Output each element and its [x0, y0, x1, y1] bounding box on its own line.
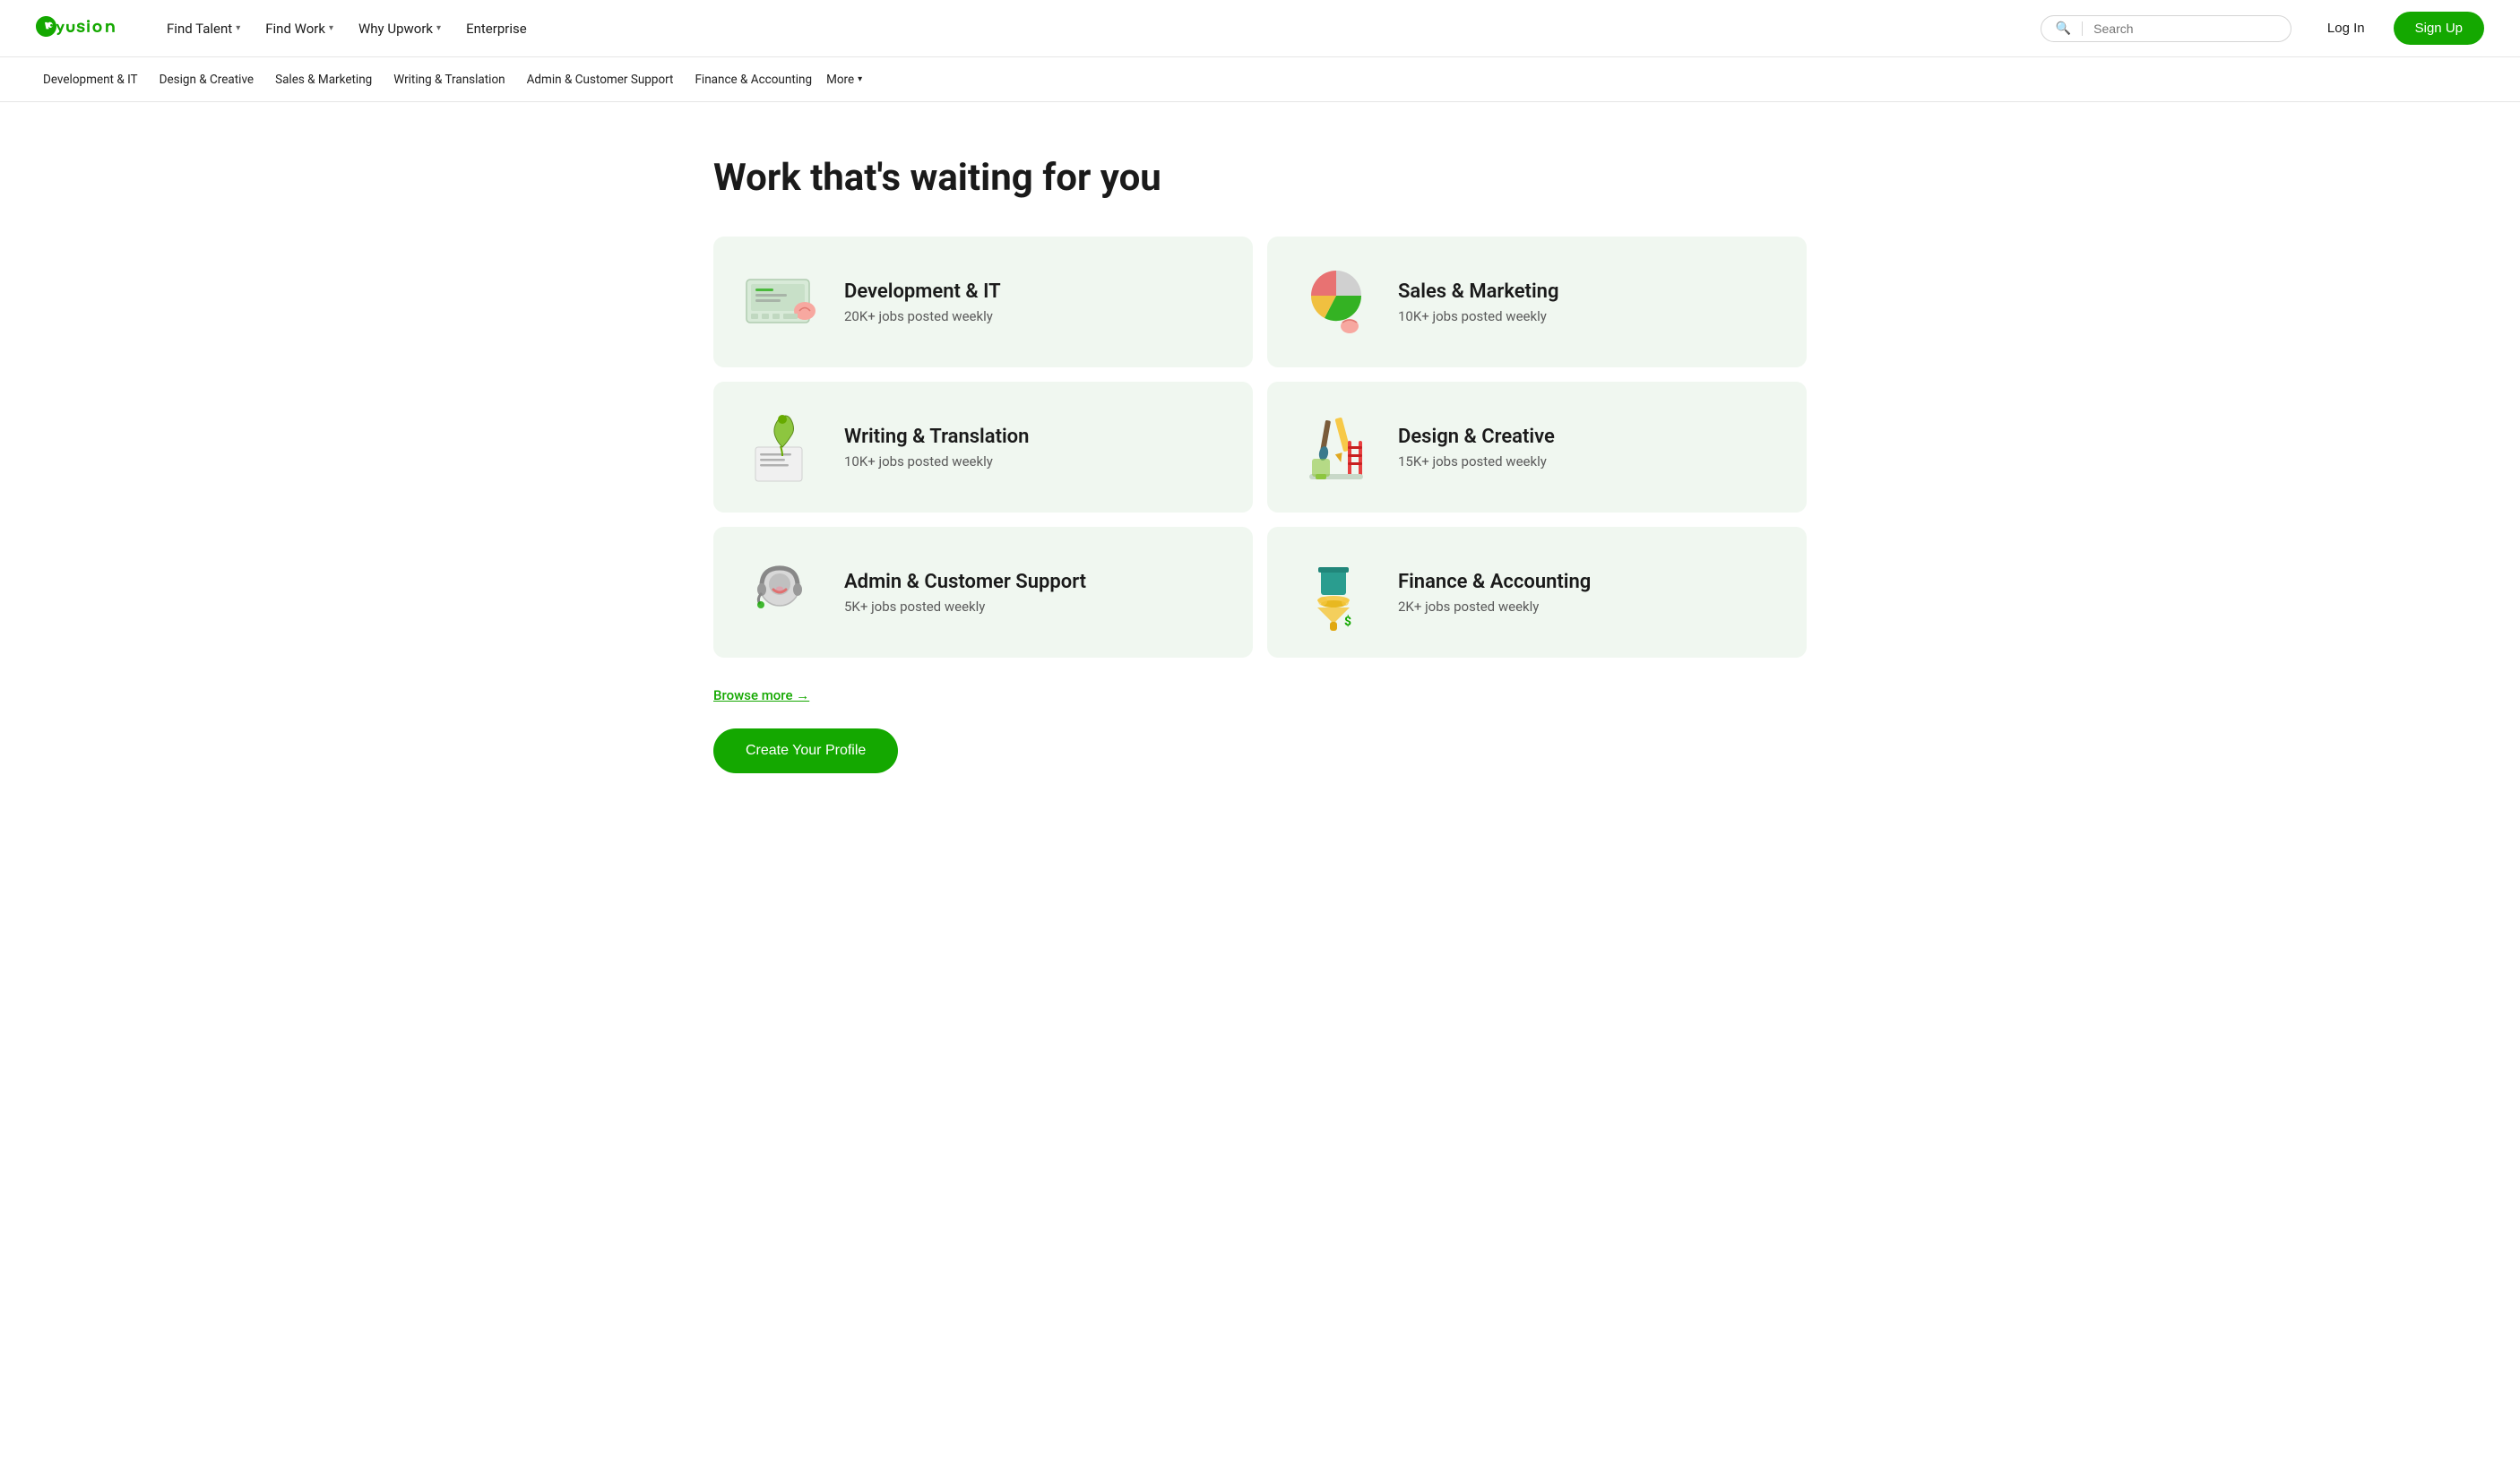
card-finance-info: Finance & Accounting 2K+ jobs posted wee… [1398, 571, 1778, 615]
writing-illustration [742, 407, 823, 487]
cat-writing-translation[interactable]: Writing & Translation [386, 69, 512, 90]
search-icon: 🔍 [2056, 22, 2071, 36]
card-sales-marketing[interactable]: Sales & Marketing 10K+ jobs posted weekl… [1267, 237, 1807, 367]
design-illustration [1296, 407, 1377, 487]
card-dev-it-title: Development & IT [844, 280, 1224, 303]
card-admin-info: Admin & Customer Support 5K+ jobs posted… [844, 571, 1224, 615]
nav-enterprise-label: Enterprise [466, 21, 527, 37]
nav-why-upwork-label: Why Upwork [358, 21, 433, 37]
svg-text:$: $ [1344, 614, 1351, 629]
cat-sales-marketing[interactable]: Sales & Marketing [268, 69, 379, 90]
dev-it-illustration [742, 262, 823, 342]
card-sales-info: Sales & Marketing 10K+ jobs posted weekl… [1398, 280, 1778, 324]
header-actions: Log In Sign Up [2313, 12, 2484, 45]
card-dev-it[interactable]: Development & IT 20K+ jobs posted weekly [713, 237, 1253, 367]
card-dev-it-subtitle: 20K+ jobs posted weekly [844, 308, 1224, 324]
finance-illustration: $ [1296, 552, 1377, 633]
create-profile-button[interactable]: Create Your Profile [713, 728, 898, 773]
find-work-chevron-icon: ▾ [329, 23, 333, 33]
card-design[interactable]: Design & Creative 15K+ jobs posted weekl… [1267, 382, 1807, 513]
search-input[interactable] [2093, 22, 2276, 36]
search-divider [2082, 22, 2083, 36]
find-talent-chevron-icon: ▾ [236, 23, 240, 33]
main-content: Work that's waiting for you [677, 102, 1843, 809]
more-chevron-icon: ▾ [858, 74, 862, 84]
header: Find Talent ▾ Find Work ▾ Why Upwork ▾ E… [0, 0, 2520, 57]
card-admin-title: Admin & Customer Support [844, 571, 1224, 593]
card-design-subtitle: 15K+ jobs posted weekly [1398, 453, 1778, 470]
card-design-title: Design & Creative [1398, 426, 1778, 448]
logo[interactable] [36, 16, 127, 41]
nav-find-work-label: Find Work [265, 21, 325, 37]
admin-illustration [742, 552, 823, 633]
section-title: Work that's waiting for you [713, 156, 1807, 201]
nav-find-work[interactable]: Find Work ▾ [255, 13, 344, 44]
card-dev-it-info: Development & IT 20K+ jobs posted weekly [844, 280, 1224, 324]
nav-why-upwork[interactable]: Why Upwork ▾ [348, 13, 452, 44]
card-finance-subtitle: 2K+ jobs posted weekly [1398, 599, 1778, 615]
why-upwork-chevron-icon: ▾ [436, 23, 441, 33]
card-finance-title: Finance & Accounting [1398, 571, 1778, 593]
cat-design-creative[interactable]: Design & Creative [152, 69, 261, 90]
cat-more[interactable]: More ▾ [826, 73, 862, 87]
card-finance[interactable]: $ Finance & Accounting 2K+ jobs posted w… [1267, 527, 1807, 658]
cat-development-it[interactable]: Development & IT [36, 69, 145, 90]
card-writing-title: Writing & Translation [844, 426, 1224, 448]
cat-finance-accounting[interactable]: Finance & Accounting [687, 69, 819, 90]
main-nav: Find Talent ▾ Find Work ▾ Why Upwork ▾ E… [156, 13, 2041, 44]
category-nav: Development & IT Design & Creative Sales… [0, 57, 2520, 102]
card-writing-subtitle: 10K+ jobs posted weekly [844, 453, 1224, 470]
sales-illustration [1296, 262, 1377, 342]
card-sales-title: Sales & Marketing [1398, 280, 1778, 303]
logo-svg [36, 16, 127, 41]
search-box[interactable]: 🔍 [2041, 15, 2291, 42]
card-admin[interactable]: Admin & Customer Support 5K+ jobs posted… [713, 527, 1253, 658]
signup-button[interactable]: Sign Up [2394, 12, 2484, 45]
nav-enterprise[interactable]: Enterprise [455, 13, 538, 44]
card-sales-subtitle: 10K+ jobs posted weekly [1398, 308, 1778, 324]
search-container: 🔍 [2041, 15, 2291, 42]
nav-find-talent[interactable]: Find Talent ▾ [156, 13, 251, 44]
card-writing-info: Writing & Translation 10K+ jobs posted w… [844, 426, 1224, 470]
cards-grid: Development & IT 20K+ jobs posted weekly [713, 237, 1807, 658]
card-admin-subtitle: 5K+ jobs posted weekly [844, 599, 1224, 615]
browse-more-link[interactable]: Browse more → [713, 687, 809, 703]
card-writing[interactable]: Writing & Translation 10K+ jobs posted w… [713, 382, 1253, 513]
cat-admin-support[interactable]: Admin & Customer Support [520, 69, 681, 90]
cat-more-label: More [826, 73, 854, 87]
card-design-info: Design & Creative 15K+ jobs posted weekl… [1398, 426, 1778, 470]
login-button[interactable]: Log In [2313, 13, 2379, 43]
nav-find-talent-label: Find Talent [167, 21, 232, 37]
